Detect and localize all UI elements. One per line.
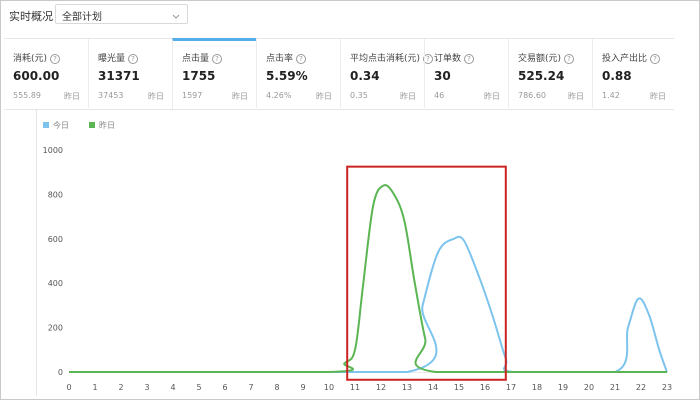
x-tick-label: 19	[558, 383, 568, 392]
help-icon[interactable]: ?	[50, 54, 61, 64]
x-tick-label: 1	[92, 383, 97, 392]
metric-prev-label: 昨日	[148, 92, 164, 101]
metric-prev-value: 786.60	[518, 91, 546, 100]
highlight-box	[346, 165, 507, 381]
series-line-1	[69, 184, 667, 373]
metric-label: 交易额(元)?	[518, 51, 575, 64]
metric-value: 0.34	[350, 69, 380, 83]
x-tick-label: 3	[144, 383, 149, 392]
metric-prev-value: 1597	[182, 91, 203, 100]
metric-label: 点击量?	[182, 51, 223, 64]
plan-select-value: 全部计划	[62, 12, 102, 23]
y-tick-label: 1000	[43, 146, 63, 155]
metric-prev-label: 昨日	[650, 92, 666, 101]
help-icon[interactable]: ?	[464, 54, 475, 64]
y-tick-label: 400	[48, 279, 63, 288]
x-tick-label: 8	[274, 383, 279, 392]
y-tick-label: 800	[48, 190, 63, 199]
metric-prev-value: 0.35	[350, 91, 368, 100]
metric-value: 31371	[98, 69, 140, 83]
metric-prev-label: 昨日	[400, 92, 416, 101]
metric-card[interactable]: 曝光量? 31371 37453 昨日	[88, 39, 172, 108]
x-tick-label: 13	[402, 383, 412, 392]
x-tick-label: 18	[532, 383, 542, 392]
x-tick-label: 21	[610, 383, 620, 392]
y-tick-label: 200	[48, 324, 63, 333]
plan-select[interactable]: 全部计划	[55, 4, 188, 24]
x-tick-label: 10	[324, 383, 334, 392]
metric-prev-label: 昨日	[316, 92, 332, 101]
metric-label: 平均点击消耗(元)?	[350, 51, 434, 64]
help-icon[interactable]: ?	[564, 54, 575, 64]
x-tick-label: 20	[584, 383, 594, 392]
x-tick-label: 15	[454, 383, 464, 392]
metric-value: 1755	[182, 69, 216, 83]
metric-value: 600.00	[13, 69, 60, 83]
x-tick-label: 22	[636, 383, 646, 392]
help-icon[interactable]: ?	[650, 54, 661, 64]
metric-card[interactable]: 投入产出比? 0.88 1.42 昨日	[592, 39, 674, 108]
x-tick-label: 12	[376, 383, 386, 392]
metric-card-active[interactable]: 点击量? 1755 1597 昨日	[172, 38, 256, 109]
x-tick-label: 7	[248, 383, 253, 392]
header: 实时概况 全部计划	[0, 0, 700, 34]
metric-prev-value: 1.42	[602, 91, 620, 100]
metric-value: 30	[434, 69, 451, 83]
metric-label: 曝光量?	[98, 51, 139, 64]
metric-prev-value: 4.26%	[266, 91, 292, 100]
metric-prev-label: 昨日	[568, 92, 584, 101]
metric-label: 消耗(元)?	[13, 51, 61, 64]
metric-card[interactable]: 交易额(元)? 525.24 786.60 昨日	[508, 39, 592, 108]
metric-prev-value: 37453	[98, 91, 124, 100]
metric-card[interactable]: 订单数? 30 46 昨日	[424, 39, 508, 108]
metric-prev-label: 昨日	[484, 92, 500, 101]
metric-card[interactable]: 平均点击消耗(元)? 0.34 0.35 昨日	[340, 39, 434, 108]
x-tick-label: 6	[222, 383, 227, 392]
line-chart: 今日 昨日020040060080010000 1 2 3 4 5 6 7 8 9 10 11 12 13 1…	[43, 120, 672, 392]
x-tick-label: 16	[480, 383, 490, 392]
help-icon[interactable]: ?	[296, 54, 307, 64]
metric-prev-label: 昨日	[232, 92, 248, 101]
legend-label: 今日	[53, 120, 69, 130]
metric-prev-value: 555.89	[13, 91, 41, 100]
x-tick-label: 14	[428, 383, 438, 392]
metric-label: 投入产出比?	[602, 51, 661, 64]
help-icon[interactable]: ?	[212, 54, 223, 64]
page-title: 实时概况	[9, 10, 53, 23]
legend-swatch	[43, 122, 49, 128]
metric-label: 订单数?	[434, 51, 475, 64]
y-tick-label: 0	[58, 368, 63, 377]
legend-swatch	[89, 122, 95, 128]
x-tick-label: 9	[300, 383, 305, 392]
metric-card[interactable]: 点击率? 5.59% 4.26% 昨日	[256, 39, 340, 108]
x-tick-label: 0	[66, 383, 71, 392]
series-line-0	[69, 235, 668, 374]
chart-panel: 今日 昨日 0 200 400 600 800 1000 0 1 2 3 4 5 6 7 8 9 10 11 12 13 1…	[36, 110, 674, 396]
x-tick-label: 4	[170, 383, 175, 392]
metric-label: 点击率?	[266, 51, 307, 64]
x-tick-label: 23	[662, 383, 672, 392]
x-tick-label: 11	[350, 383, 360, 392]
metrics-row: 消耗(元)? 600.00 555.89 昨日 曝光量? 31371 37453…	[4, 38, 674, 110]
legend-label: 昨日	[99, 120, 115, 130]
metric-prev-value: 46	[434, 91, 445, 100]
x-tick-label: 2	[118, 383, 123, 392]
metric-value: 525.24	[518, 69, 565, 83]
metric-card[interactable]: 消耗(元)? 600.00 555.89 昨日	[4, 39, 88, 108]
y-tick-label: 600	[48, 235, 63, 244]
x-tick-label: 17	[506, 383, 516, 392]
metric-value: 0.88	[602, 69, 632, 83]
x-tick-label: 5	[196, 383, 201, 392]
metric-value: 5.59%	[266, 69, 308, 83]
help-icon[interactable]: ?	[128, 54, 139, 64]
metric-prev-label: 昨日	[64, 92, 80, 101]
chevron-down-icon	[171, 8, 181, 20]
